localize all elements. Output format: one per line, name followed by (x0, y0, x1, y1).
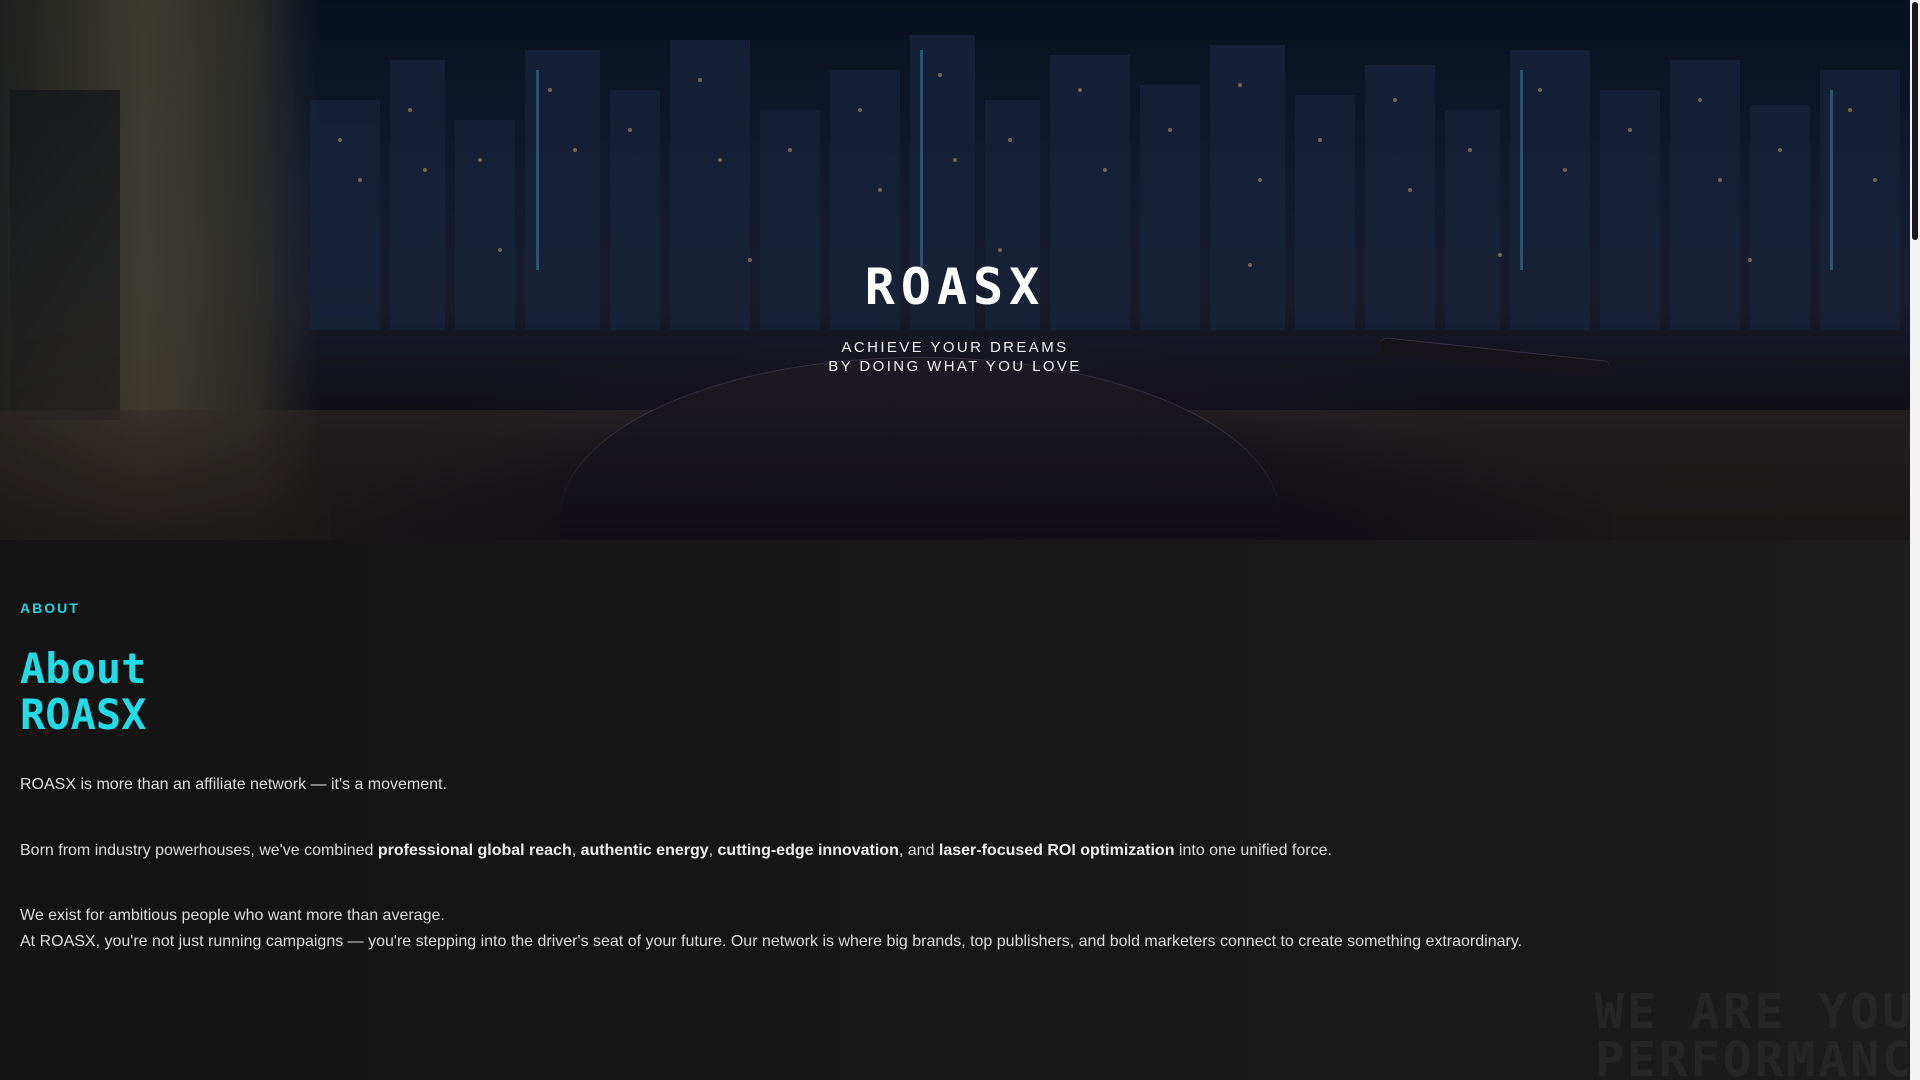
about-title-line1: About (20, 644, 147, 693)
highlight-global-reach: professional global reach (377, 842, 572, 859)
page: ROASX ACHIEVE YOUR DREAMS BY DOING WHAT … (0, 0, 1910, 1080)
about-paragraph-4: At ROASX, you're not just running campai… (20, 933, 1523, 950)
about-title: About ROASX (20, 646, 320, 738)
hero-content: ROASX ACHIEVE YOUR DREAMS BY DOING WHAT … (0, 0, 1910, 540)
highlight-innovation: cutting-edge innovation (717, 842, 899, 859)
hero-tagline-line2: BY DOING WHAT YOU LOVE (828, 358, 1082, 375)
hero-brand-title: ROASX (864, 258, 1046, 316)
about-paragraph-1: ROASX is more than an affiliate network … (20, 776, 447, 793)
about-paragraph-3: We exist for ambitious people who want m… (20, 907, 445, 924)
about-paragraph-2: Born from industry powerhouses, we've co… (20, 842, 1332, 859)
scrollbar-thumb[interactable] (1912, 2, 1918, 240)
highlight-authentic-energy: authentic energy (580, 842, 709, 859)
hero-tagline-line1: ACHIEVE YOUR DREAMS (841, 339, 1069, 356)
about-section: ABOUT About ROASX ROASX is more than an … (0, 540, 1910, 1080)
page-scrollbar[interactable] (1910, 0, 1920, 1080)
hero-section: ROASX ACHIEVE YOUR DREAMS BY DOING WHAT … (0, 0, 1910, 540)
about-eyebrow: ABOUT (20, 600, 80, 616)
about-title-line2: ROASX (20, 690, 147, 739)
background-watermark-text: WE ARE YOUR PERFORMANCE (1595, 984, 1910, 1080)
highlight-roi-optimization: laser-focused ROI optimization (938, 842, 1175, 859)
